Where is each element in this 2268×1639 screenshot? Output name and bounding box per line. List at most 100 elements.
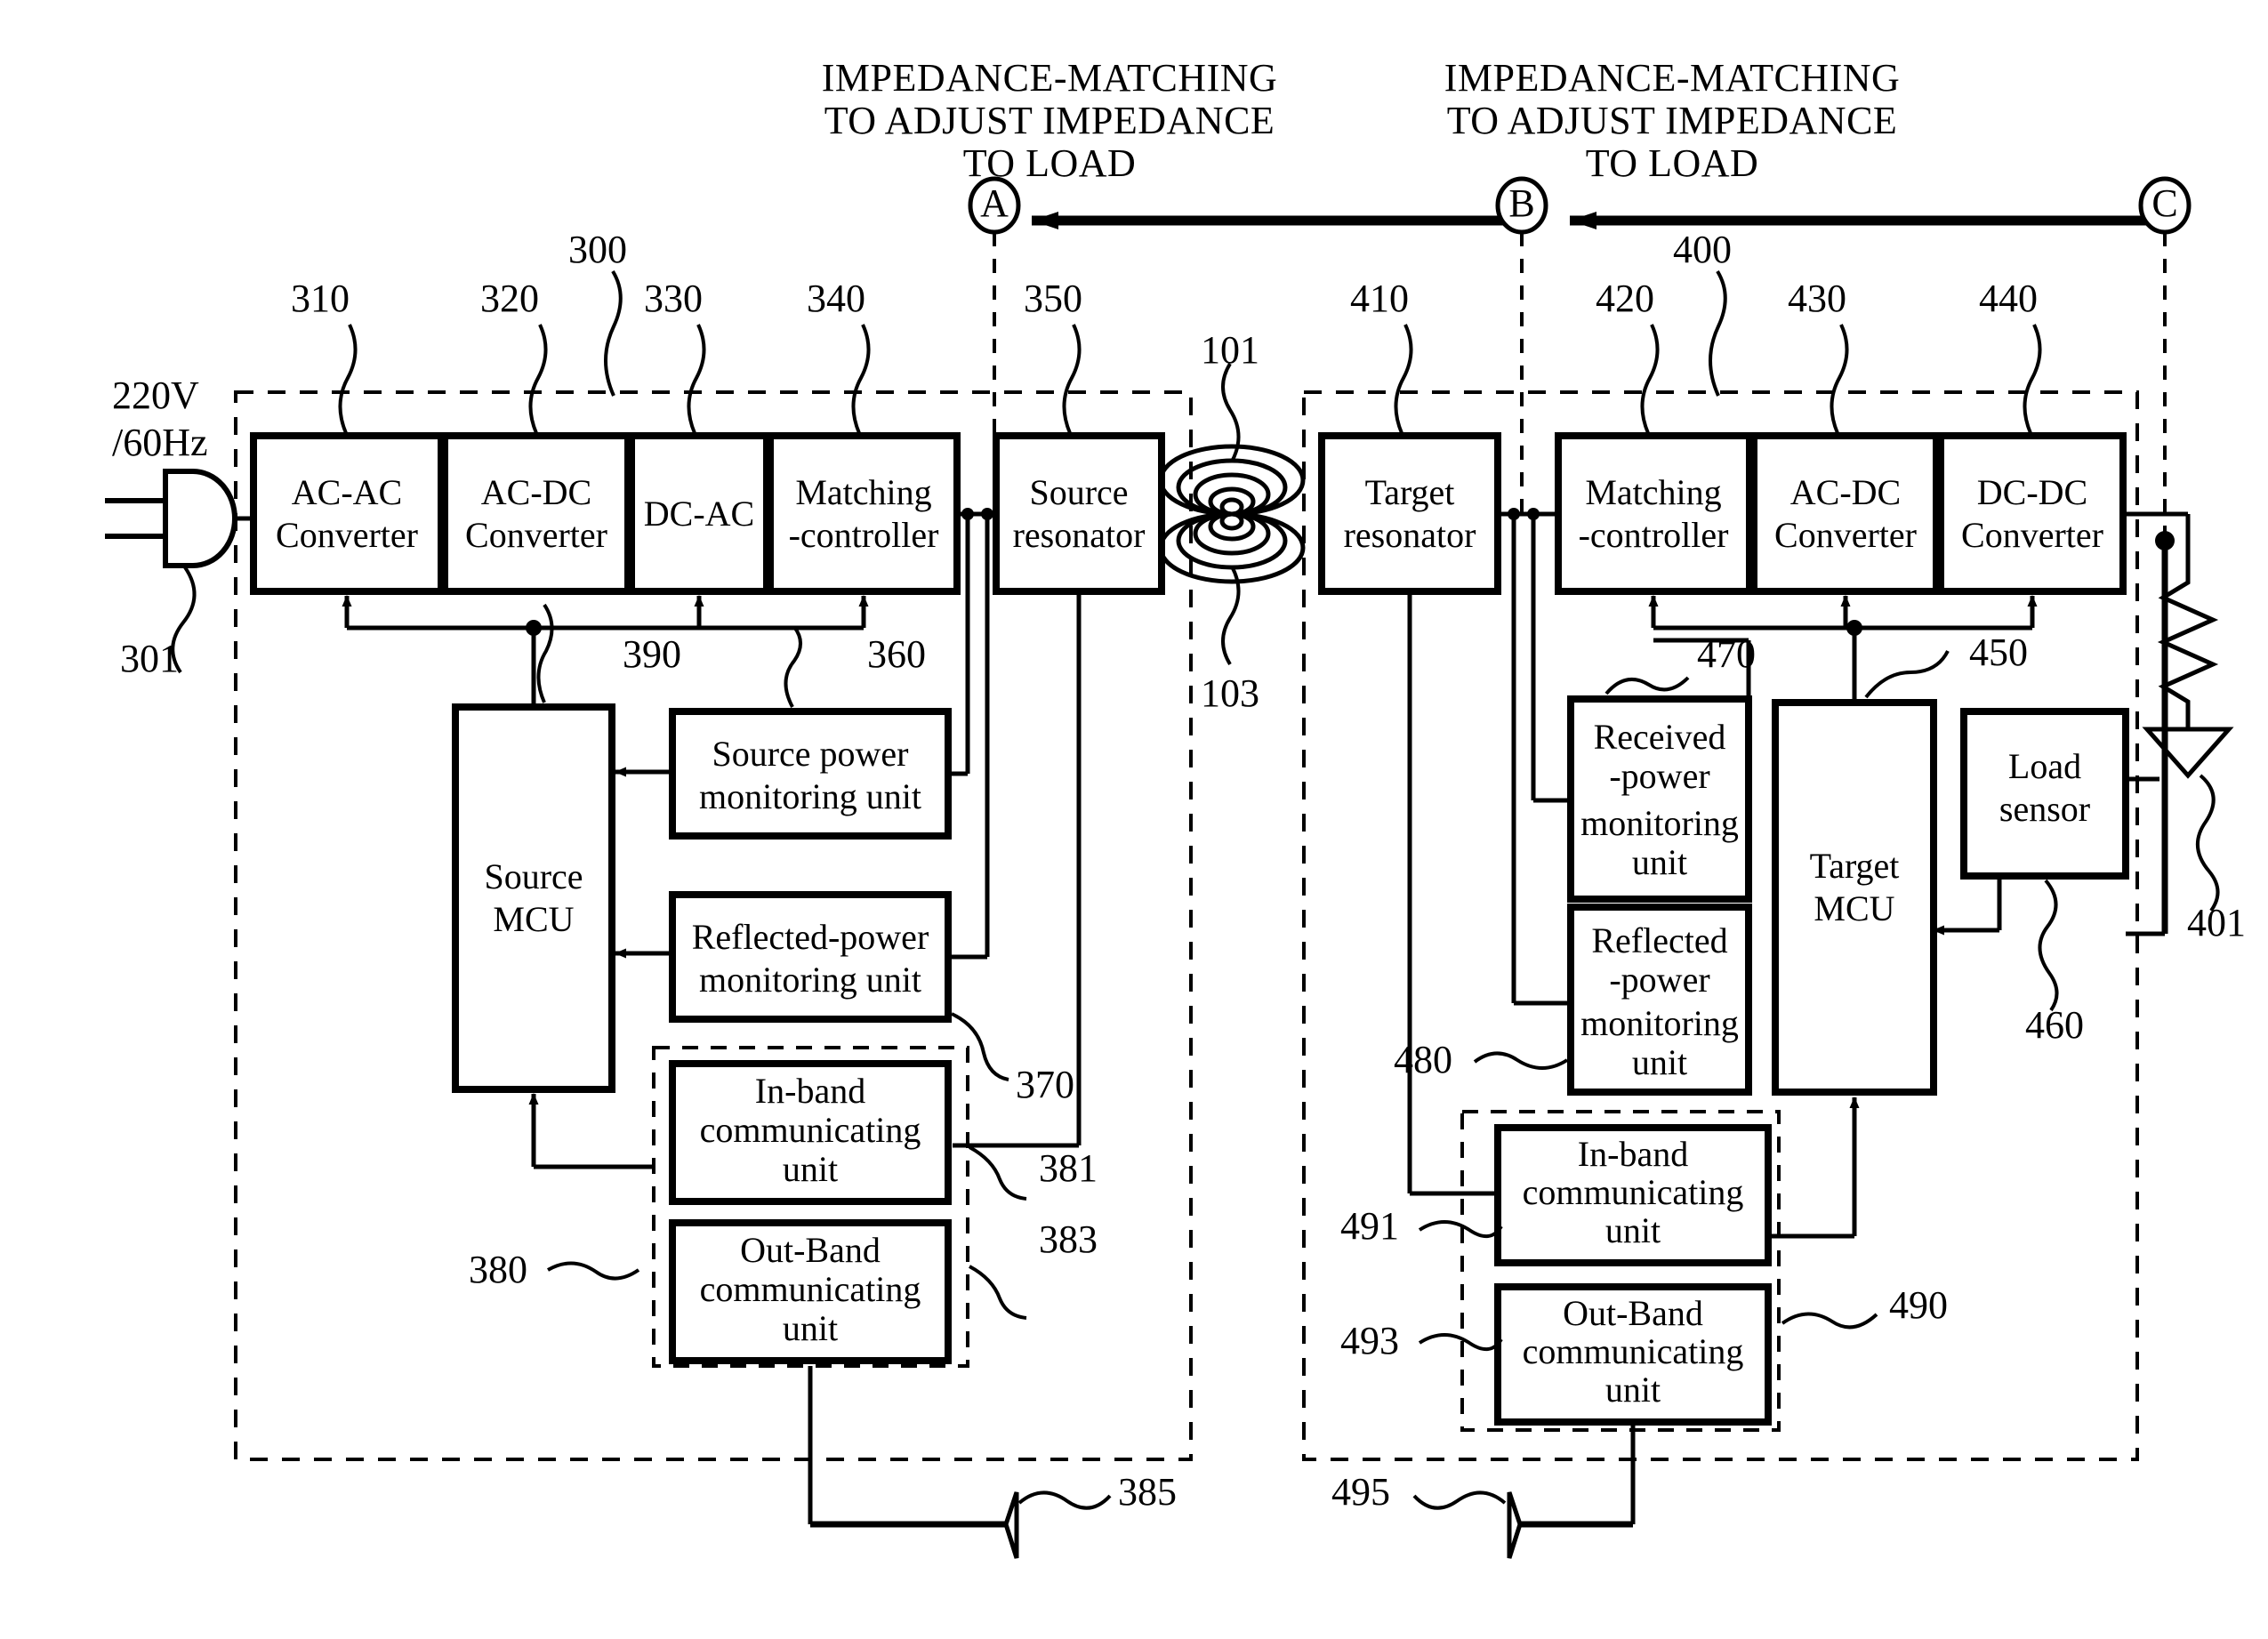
block-matching-controller-source[interactable]: Matching -controller [767,432,961,595]
block-470-line4: unit [1632,842,1687,882]
block-450-line1: Target [1810,846,1900,886]
block-dc-dc-converter[interactable]: DC-DC Converter [1937,432,2127,595]
ref-493: 493 [1340,1319,1399,1362]
block-480-line3: monitoring [1580,1003,1739,1043]
block-source-resonator[interactable]: Source resonator [993,432,1165,595]
block-381-line1: In-band [755,1071,865,1111]
ref-leaders-target-row: 410 420 430 440 400 [1350,228,2042,434]
block-source-power-monitoring[interactable]: Source power monitoring unit [669,708,952,840]
block-470-line2: -power [1609,756,1709,796]
block-330-line1: DC-AC [644,494,754,534]
ref-383: 383 [1039,1217,1098,1261]
leader-390 [536,603,554,703]
block-dc-ac-converter[interactable]: DC-AC [628,432,770,595]
block-target-resonator[interactable]: Target resonator [1318,432,1501,595]
block-310-line2: Converter [276,515,418,555]
ref-370: 370 [1016,1063,1074,1106]
block-source-mcu[interactable]: Source MCU [452,703,615,1093]
block-460-line2: sensor [1999,789,2090,829]
antenna-495-icon [1507,1491,1523,1559]
ref-103: 103 [1201,671,1259,715]
block-ac-ac-converter[interactable]: AC-AC Converter [250,432,445,595]
header-right-line3: TO LOAD [1586,141,1759,185]
block-received-power-monitoring[interactable]: Received -power monitoring unit [1567,695,1752,903]
ref-460: 460 [2025,1003,2084,1047]
block-reflected-power-monitoring-source[interactable]: Reflected-power monitoring unit [669,891,952,1023]
block-430-line2: Converter [1774,515,1917,555]
block-493-line3: unit [1605,1370,1661,1410]
ref-480: 480 [1394,1038,1452,1081]
node-a-label: A [980,181,1009,225]
block-out-band-communicating-target[interactable]: Out-Band communicating unit [1494,1283,1772,1426]
ref-420: 420 [1596,277,1654,320]
block-340-line2: -controller [789,515,939,555]
ref-300: 300 [568,228,627,271]
ref-330: 330 [644,277,703,320]
block-390-line1: Source [484,856,583,896]
ref-495: 495 [1331,1470,1390,1514]
block-480-line1: Reflected [1591,920,1727,960]
ref-leaders-source-row: 310 320 330 340 350 300 [291,228,1082,434]
ref-440: 440 [1979,277,2038,320]
block-370-line2: monitoring unit [699,960,921,1000]
block-340-line1: Matching [795,472,931,512]
block-in-band-communicating-target[interactable]: In-band communicating unit [1494,1124,1772,1266]
header-right: IMPEDANCE-MATCHING TO ADJUST IMPEDANCE T… [1444,56,1901,185]
block-load-sensor[interactable]: Load sensor [1960,708,2129,880]
block-383-line3: unit [783,1308,838,1348]
block-320-line1: AC-DC [481,472,591,512]
ref-430: 430 [1788,277,1846,320]
ref-320: 320 [480,277,539,320]
block-reflected-power-monitoring-target[interactable]: Reflected -power monitoring unit [1567,904,1752,1096]
diagram-canvas: IMPEDANCE-MATCHING TO ADJUST IMPEDANCE T… [0,0,2268,1639]
block-360-line1: Source power [712,734,908,774]
patent-figure-svg: IMPEDANCE-MATCHING TO ADJUST IMPEDANCE T… [105,56,2246,1559]
magnetic-coupling-icon [1158,444,1306,584]
block-ac-dc-converter-target[interactable]: AC-DC Converter [1750,432,1940,595]
block-370-line1: Reflected-power [692,917,929,957]
power-label-line2: /60Hz [112,421,208,464]
block-493-line1: Out-Band [1563,1293,1703,1333]
block-410-line2: resonator [1344,515,1476,555]
ref-340: 340 [807,277,865,320]
ground-diode-icon [2142,727,2234,779]
block-381-line3: unit [783,1149,838,1189]
ref-450: 450 [1969,631,2028,674]
block-310-line1: AC-AC [292,472,402,512]
block-480-line2: -power [1609,960,1709,1000]
block-450-line2: MCU [1814,888,1894,928]
ref-410: 410 [1350,277,1409,320]
block-491-line2: communicating [1523,1172,1744,1212]
block-out-band-communicating-source[interactable]: Out-Band communicating unit [669,1219,952,1364]
block-ac-dc-converter-source[interactable]: AC-DC Converter [441,432,631,595]
block-350-line1: Source [1029,472,1128,512]
block-420-line2: -controller [1579,515,1729,555]
block-460-line1: Load [2008,746,2081,786]
block-430-line1: AC-DC [1790,472,1901,512]
block-480-line4: unit [1632,1042,1687,1082]
block-matching-controller-target[interactable]: Matching -controller [1555,432,1753,595]
ref-350: 350 [1024,277,1082,320]
block-in-band-communicating-source[interactable]: In-band communicating unit [669,1060,952,1205]
block-target-mcu[interactable]: Target MCU [1772,699,1937,1096]
block-491-line1: In-band [1578,1134,1688,1174]
node-b: B [1495,176,1548,520]
ref-360: 360 [867,632,926,676]
block-383-line1: Out-Band [740,1230,881,1270]
ref-310: 310 [291,277,350,320]
header-right-line1: IMPEDANCE-MATCHING [1444,56,1901,100]
header-left-line2: TO ADJUST IMPEDANCE [824,99,1275,142]
block-320-line2: Converter [465,515,607,555]
node-c: C [2138,176,2192,551]
block-390-line2: MCU [493,899,574,939]
resistor-icon [2157,569,2219,729]
ref-381: 381 [1039,1146,1098,1190]
ref-401: 401 [2187,901,2246,944]
block-440-line2: Converter [1961,515,2103,555]
ref-490: 490 [1889,1283,1948,1327]
ref-101: 101 [1201,328,1259,372]
node-b-label: B [1508,181,1534,225]
header-left-line1: IMPEDANCE-MATCHING [822,56,1278,100]
block-470-line1: Received [1594,717,1726,757]
block-420-line1: Matching [1585,472,1721,512]
